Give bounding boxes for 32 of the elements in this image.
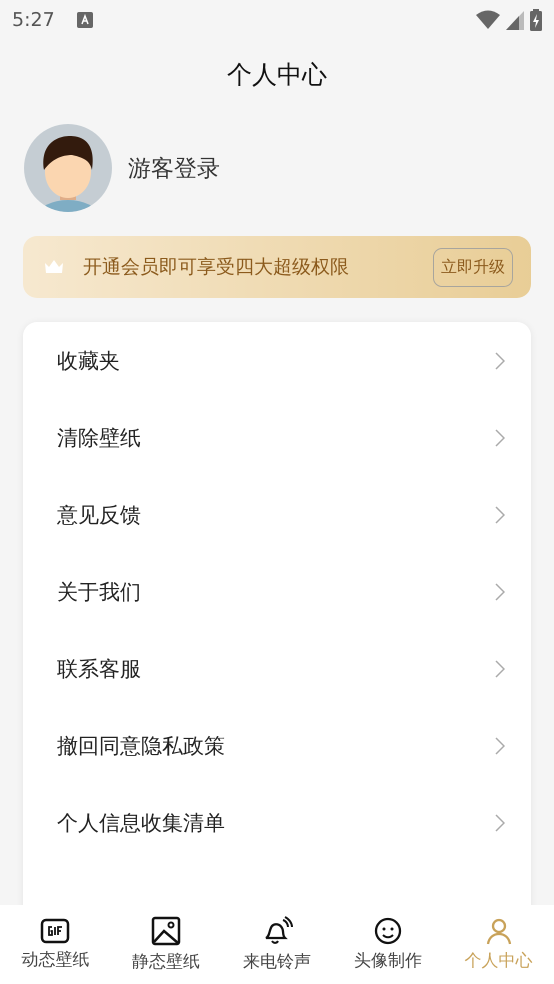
chevron-icon [495,352,505,370]
menu-item[interactable]: 联系客服 [23,630,531,707]
menu-item[interactable]: 撤回同意隐私政策 [23,707,531,784]
menu-item[interactable]: 清除壁纸 [23,399,531,476]
menu-item[interactable]: 个人信息收集清单 [23,784,531,861]
keyboard-icon [76,12,93,28]
chevron-icon [495,814,505,832]
face-icon [374,917,402,945]
nav-tab[interactable]: 来电铃声 [222,905,332,984]
guest-login-link[interactable]: 游客登录 [128,152,220,184]
chevron-icon [495,428,505,446]
chevron-icon [495,506,505,524]
crown-icon [45,260,63,274]
battery-icon [530,9,542,31]
vip-promo-text: 开通会员即可享受四大超级权限 [83,255,350,280]
image-icon [151,916,182,946]
nav-tab[interactable]: 静态壁纸 [110,905,222,984]
chevron-icon [495,660,505,678]
nav-tab[interactable]: 动态壁纸 [0,905,111,984]
upgrade-button[interactable]: 立即升级 [433,248,513,286]
wifi-icon [476,10,500,30]
chevron-icon [495,582,505,600]
gif-icon [40,918,70,944]
page-title: 个人中心 [226,59,328,91]
menu-item[interactable]: 收藏夹 [23,322,531,399]
person-icon [484,917,513,945]
menu-item[interactable]: 关于我们 [23,553,531,630]
menu-item[interactable]: 意见反馈 [23,476,531,553]
nav-tab[interactable]: 头像制作 [332,905,444,984]
chevron-icon [495,736,505,754]
signal-icon [506,10,524,30]
status-time: 5:27 [12,9,55,31]
